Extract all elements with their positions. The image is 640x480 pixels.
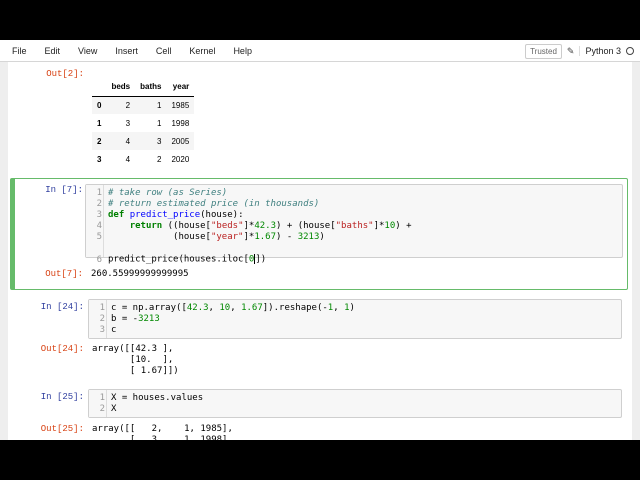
- menu-right-group: Trusted ✎ Python 3: [525, 40, 634, 62]
- table-cell: 2005: [171, 136, 190, 146]
- code-line: 1 # take row (as Series): [96, 188, 228, 198]
- table-cell: 1: [157, 100, 162, 110]
- table-cell: 1985: [171, 100, 190, 110]
- out-prompt-2: Out[2]:: [46, 69, 84, 79]
- in-prompt-24: In [24]:: [40, 302, 84, 312]
- menu-help[interactable]: Help: [224, 40, 261, 62]
- code-line: 5 (house["year"]*1.67) - 3213): [96, 232, 325, 242]
- table-row: 3 4 2 2020: [92, 150, 194, 168]
- trusted-badge[interactable]: Trusted: [525, 43, 562, 59]
- table-header-baths: baths: [135, 78, 167, 97]
- output-25: array([[ 2, 1, 1985], [ 3, 1, 1998],: [92, 424, 233, 440]
- code-line: 6 predict_price(houses.iloc[0]): [96, 254, 267, 265]
- table-cell: 4: [125, 136, 131, 146]
- table-header-index: [92, 78, 107, 97]
- menu-edit[interactable]: Edit: [36, 40, 70, 62]
- menu-view[interactable]: View: [69, 40, 106, 62]
- table-cell: 2: [125, 100, 131, 110]
- table-header-beds: beds: [106, 78, 136, 97]
- code-line: 2b = -3213: [99, 314, 160, 324]
- menu-file[interactable]: File: [0, 40, 36, 62]
- kernel-status-icon: [626, 47, 634, 55]
- code-line: 1X = houses.values: [99, 393, 204, 403]
- code-line: 4 return ((house["beds"]*42.3) + (house[…: [96, 221, 412, 231]
- table-index: 0: [97, 100, 102, 110]
- table-row: 0 2 1 1985: [92, 96, 195, 114]
- pencil-icon[interactable]: ✎: [567, 46, 575, 57]
- in-prompt-25: In [25]:: [40, 392, 84, 402]
- out-prompt-24: Out[24]:: [40, 344, 84, 354]
- dataframe-table: beds baths year 0 2 1 1985 1 3 1 1998 2 …: [92, 78, 195, 168]
- code-line: 3c: [99, 325, 117, 335]
- code-editor-24[interactable]: 1c = np.array([42.3, 10, 1.67]).reshape(…: [88, 299, 622, 339]
- table-index: 1: [97, 118, 102, 128]
- table-header-year: year: [166, 78, 195, 97]
- table-index: 2: [97, 136, 102, 146]
- code-line: 3 def predict_price(house):: [96, 210, 244, 220]
- menu-bar: File Edit View Insert Cell Kernel Help T…: [0, 40, 640, 62]
- notebook-container: Out[2]: beds baths year 0 2 1 1985 1 3 1…: [8, 62, 632, 440]
- menu-insert[interactable]: Insert: [106, 40, 147, 62]
- table-index: 3: [97, 154, 102, 164]
- code-editor-7[interactable]: 1 # take row (as Series) 2 # return estima…: [85, 184, 623, 265]
- in-prompt-7: In [7]:: [45, 185, 83, 195]
- out-prompt-25: Out[25]:: [40, 424, 84, 434]
- table-cell: 4: [125, 154, 131, 164]
- table-row: 1 3 1 1998: [92, 114, 194, 132]
- code-cell-7[interactable]: In [7]: 1 # take row (as Series) 2 # retur…: [10, 178, 628, 290]
- table-cell: 3: [125, 118, 131, 128]
- table-cell: 3: [157, 136, 162, 146]
- code-line: 2X: [99, 404, 117, 414]
- out-prompt-7: Out[7]:: [45, 269, 83, 279]
- output-7: 260.55999999999995: [91, 269, 189, 279]
- jupyter-window: File Edit View Insert Cell Kernel Help T…: [0, 40, 640, 440]
- code-cell-25[interactable]: In [25]: 1X = houses.values 2X Out[25]: …: [12, 386, 628, 440]
- table-cell: 1: [157, 118, 162, 128]
- code-line: 2 # return estimated price (in thousands): [96, 199, 320, 209]
- code-editor-25[interactable]: 1X = houses.values 2X: [88, 389, 622, 418]
- kernel-name[interactable]: Python 3: [579, 46, 621, 56]
- table-cell: 2: [157, 154, 162, 164]
- table-header-row: beds baths year: [92, 78, 195, 97]
- table-row: 2 4 3 2005: [92, 132, 195, 150]
- code-line: 1c = np.array([42.3, 10, 1.67]).reshape(…: [99, 303, 355, 313]
- menu-kernel[interactable]: Kernel: [180, 40, 224, 62]
- output-24: array([[42.3 ], [10. ], [ 1.67]]): [92, 344, 179, 376]
- menu-cell[interactable]: Cell: [147, 40, 181, 62]
- output-cell-2: Out[2]: beds baths year 0 2 1 1985 1 3 1…: [12, 62, 628, 176]
- code-cell-24[interactable]: In [24]: 1c = np.array([42.3, 10, 1.67])…: [12, 296, 628, 380]
- table-cell: 2020: [171, 154, 190, 164]
- table-cell: 1998: [171, 118, 190, 128]
